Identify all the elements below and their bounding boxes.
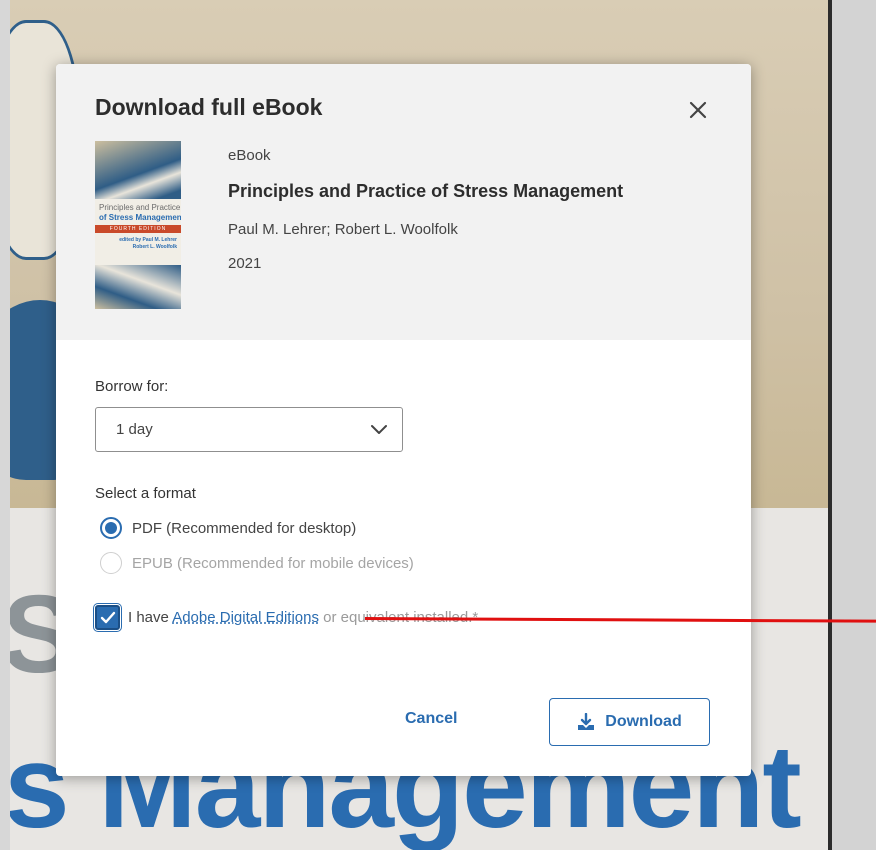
download-icon (578, 713, 595, 730)
download-button[interactable]: Download (549, 698, 710, 746)
cover-wave (95, 141, 181, 199)
chevron-down-icon (371, 424, 387, 434)
radio-selected[interactable] (100, 517, 122, 539)
close-button[interactable] (682, 94, 714, 126)
format-option-pdf[interactable]: PDF (Recommended for desktop) (100, 517, 356, 539)
book-type: eBook (228, 147, 271, 164)
book-cover: Principles and Practice of Stress Manage… (95, 141, 181, 309)
borrow-label: Borrow for: (95, 378, 169, 395)
right-gutter (832, 0, 876, 850)
borrow-duration-value: 1 day (116, 421, 153, 438)
format-option-label: EPUB (Recommended for mobile devices) (132, 554, 414, 572)
format-label: Select a format (95, 485, 196, 502)
cover-line2: of Stress Management (99, 213, 181, 222)
cover-wave-bottom (95, 265, 181, 309)
checkmark-icon (100, 611, 115, 623)
book-title: Principles and Practice of Stress Manage… (228, 181, 624, 201)
download-label: Download (605, 713, 682, 730)
format-option-epub[interactable]: EPUB (Recommended for mobile devices) (100, 552, 414, 574)
agreement-prefix: I have (128, 609, 173, 626)
cover-editors: edited by Paul M. Lehrer Robert L. Woolf… (119, 237, 177, 250)
close-icon (689, 101, 707, 119)
agreement-checkbox[interactable] (95, 605, 120, 630)
cover-edition: FOURTH EDITION (95, 225, 181, 233)
book-year: 2021 (228, 255, 262, 272)
borrow-duration-select[interactable]: 1 day (95, 407, 403, 452)
format-option-label: PDF (Recommended for desktop) (132, 519, 357, 537)
dialog-title: Download full eBook (95, 94, 323, 120)
book-authors: Paul M. Lehrer; Robert L. Woolfolk (228, 221, 458, 238)
download-dialog: Download full eBook Principles and Pract… (56, 64, 751, 776)
radio-unselected[interactable] (100, 552, 122, 574)
adobe-digital-editions-link[interactable]: Adobe Digital Editions (172, 609, 319, 626)
cover-line1: Principles and Practice (99, 203, 181, 212)
cancel-button[interactable]: Cancel (405, 710, 457, 728)
